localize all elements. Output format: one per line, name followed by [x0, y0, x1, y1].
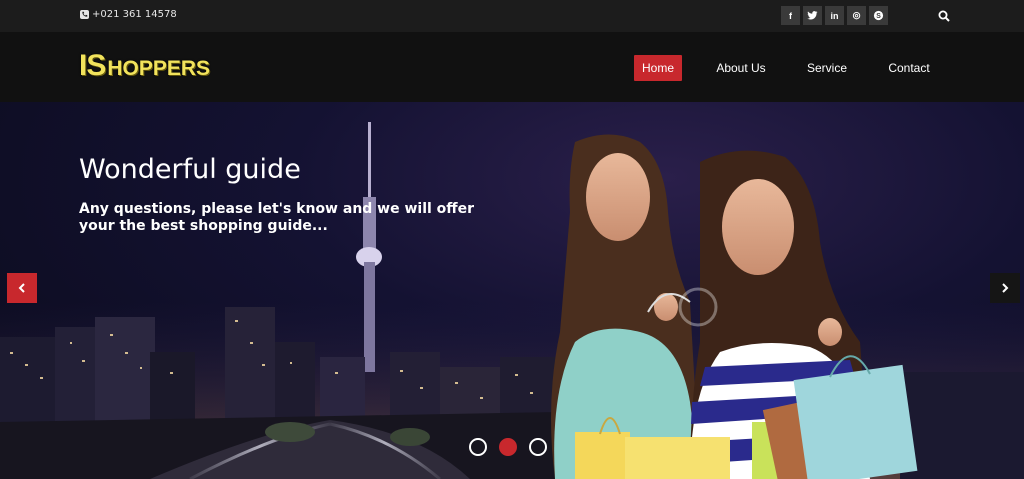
svg-text:S: S: [876, 13, 881, 20]
phone-number: +021 361 14578: [92, 9, 177, 20]
primary-nav: Home About Us Service Contact: [0, 55, 1024, 81]
hero-subtitle: Any questions, please let's know and we …: [79, 201, 475, 234]
slider-prev-button[interactable]: [7, 273, 37, 303]
search-icon[interactable]: [938, 10, 950, 22]
twitter-icon[interactable]: [803, 6, 822, 25]
phone-icon: [80, 10, 89, 19]
slider-next-button[interactable]: [990, 273, 1020, 303]
chevron-right-icon: [1002, 283, 1009, 293]
slider-dot-2[interactable]: [499, 438, 517, 456]
top-bar: +021 361 14578 f in ◎ S: [0, 0, 1024, 32]
slider-pagination: [469, 438, 547, 456]
phone-contact: +021 361 14578: [80, 9, 177, 20]
linkedin-icon[interactable]: in: [825, 6, 844, 25]
skype-icon[interactable]: S: [869, 6, 888, 25]
main-navbar: IS HOPPERS Home About Us Service Contact: [0, 32, 1024, 102]
facebook-icon[interactable]: f: [781, 6, 800, 25]
slider-dot-1[interactable]: [469, 438, 487, 456]
hero-title: Wonderful guide: [79, 154, 301, 185]
nav-service[interactable]: Service: [804, 55, 850, 81]
chevron-left-icon: [18, 283, 25, 293]
hero-slider: Wonderful guide Any questions, please le…: [0, 102, 1024, 479]
nav-about-us[interactable]: About Us: [713, 55, 769, 81]
nav-home[interactable]: Home: [634, 55, 682, 81]
slider-dot-3[interactable]: [529, 438, 547, 456]
nav-contact[interactable]: Contact: [884, 55, 934, 81]
dribbble-icon[interactable]: ◎: [847, 6, 866, 25]
social-links: f in ◎ S: [781, 6, 888, 25]
